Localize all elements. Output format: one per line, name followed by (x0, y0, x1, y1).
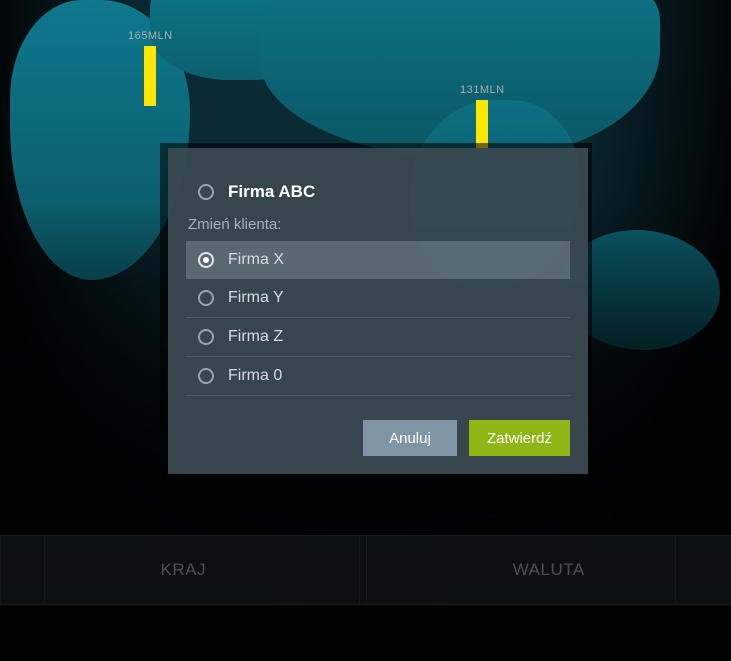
map-marker: 131MLN (460, 84, 505, 148)
map-marker: 165MLN (128, 30, 173, 106)
client-option[interactable]: Firma 0 (186, 357, 570, 396)
current-client-row[interactable]: Firma ABC (186, 174, 570, 216)
marker-label: 131MLN (460, 84, 505, 96)
client-option-label: Firma 0 (228, 367, 282, 385)
bottom-tabs: KRAJ WALUTA (0, 535, 731, 605)
tab-label: WALUTA (513, 560, 585, 580)
radio-icon (198, 252, 214, 268)
radio-icon (198, 290, 214, 306)
marker-label: 165MLN (128, 30, 173, 42)
tab-country[interactable]: KRAJ (0, 536, 366, 604)
confirm-button[interactable]: Zatwierdź (469, 420, 570, 456)
radio-icon (198, 329, 214, 345)
client-option[interactable]: Firma Y (186, 279, 570, 318)
current-client-label: Firma ABC (228, 182, 315, 202)
change-client-modal: Firma ABC Zmień klienta: Firma X Firma Y… (168, 148, 588, 474)
cancel-button[interactable]: Anuluj (363, 420, 457, 456)
modal-caption: Zmień klienta: (186, 216, 570, 241)
modal-actions: Anuluj Zatwierdź (186, 396, 570, 456)
client-option[interactable]: Firma Z (186, 318, 570, 357)
tab-label: KRAJ (161, 560, 206, 580)
client-option-label: Firma Z (228, 328, 283, 346)
radio-icon (198, 184, 214, 200)
marker-bar (476, 100, 488, 148)
radio-icon (198, 368, 214, 384)
client-option[interactable]: Firma X (186, 241, 570, 279)
marker-bar (144, 46, 156, 106)
tab-currency[interactable]: WALUTA (366, 536, 731, 604)
client-option-label: Firma X (228, 251, 284, 269)
client-option-label: Firma Y (228, 289, 284, 307)
